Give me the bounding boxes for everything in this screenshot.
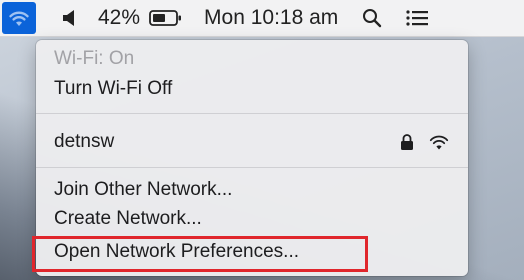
battery-icon xyxy=(149,10,182,26)
battery-menu-extra[interactable] xyxy=(148,0,184,36)
network-item-detnsw[interactable]: detnsw xyxy=(54,129,450,155)
join-other-network-item[interactable]: Join Other Network... xyxy=(54,177,450,203)
volume-icon xyxy=(63,10,74,26)
wifi-signal-icon xyxy=(429,135,449,150)
menu-separator xyxy=(36,113,468,114)
wifi-menu-extra[interactable] xyxy=(2,2,36,34)
clock[interactable]: Mon 10:18 am xyxy=(204,0,338,36)
red-highlight-annotation xyxy=(32,236,368,272)
wifi-icon xyxy=(9,11,29,26)
spotlight-button[interactable] xyxy=(360,0,384,36)
battery-percent[interactable]: 42% xyxy=(98,0,140,36)
network-name: detnsw xyxy=(54,131,115,152)
search-icon xyxy=(363,9,382,28)
lock-icon xyxy=(401,134,413,150)
turn-wifi-off-item[interactable]: Turn Wi-Fi Off xyxy=(54,76,450,102)
menu-bar: 42% Mon 10:18 am xyxy=(0,0,524,37)
volume-menu-extra[interactable] xyxy=(60,0,80,36)
create-network-item[interactable]: Create Network... xyxy=(54,206,450,232)
notification-center-button[interactable] xyxy=(404,0,430,36)
menu-separator xyxy=(36,167,468,168)
list-icon xyxy=(406,10,429,26)
wifi-status-label: Wi-Fi: On xyxy=(54,48,135,69)
